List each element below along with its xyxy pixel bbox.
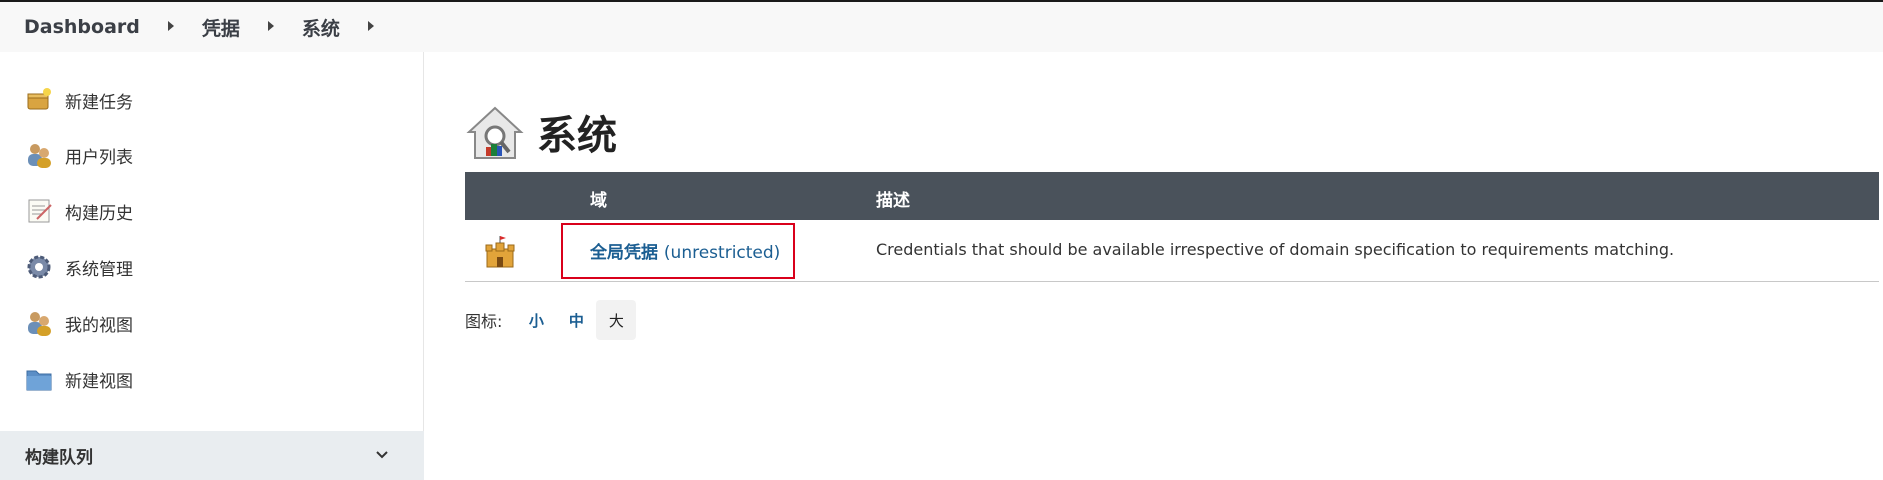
chevron-down-icon[interactable] [374,447,390,463]
gear-icon [24,252,54,282]
breadcrumb-system[interactable]: 系统 [302,14,340,41]
icon-size-medium-button[interactable]: 中 [556,300,596,340]
sidebar-item-manage[interactable]: 系统管理 [24,249,133,285]
breadcrumb-chevron-icon[interactable] [167,21,174,31]
breadcrumb-credentials[interactable]: 凭据 [202,14,240,41]
new-item-icon [24,85,54,115]
table-row: 全局凭据 (unrestricted) Credentials that sho… [465,220,1879,282]
breadcrumb-dashboard[interactable]: Dashboard [24,16,140,38]
global-credentials-link[interactable]: 全局凭据 (unrestricted) [590,238,780,263]
domain-scope: (unrestricted) [663,243,781,263]
castle-icon [483,235,517,269]
sidebar-item-my-views[interactable]: 我的视图 [24,305,133,341]
page-header: 系统 [465,102,617,162]
sidebar: 新建任务 用户列表 构建历史 系统管理 我的视图 新建视图 [0,52,424,480]
domain-name: 全局凭据 [590,243,658,263]
column-header-domain[interactable]: 域 [590,186,607,211]
domains-table: 域 描述 全局凭据 (unrestricted) Credentials tha… [465,172,1879,282]
users-icon [24,140,54,170]
main-content: 系统 域 描述 全局凭据 (unrestricted) Credentials … [465,52,1883,480]
folder-icon [24,364,54,394]
icon-size-large-button[interactable]: 大 [596,300,637,340]
build-queue-label: 构建队列 [25,448,93,468]
icon-size-selector: 图标: 小 中 大 [465,300,637,340]
breadcrumb-chevron-icon[interactable] [267,21,274,31]
sidebar-item-label: 用户列表 [65,147,133,168]
sidebar-item-label: 我的视图 [65,315,133,336]
icon-size-small-button[interactable]: 小 [516,300,556,340]
sidebar-item-label: 构建历史 [65,203,133,224]
sidebar-item-new-item[interactable]: 新建任务 [24,82,133,118]
sidebar-item-label: 新建任务 [65,92,133,113]
sidebar-item-users[interactable]: 用户列表 [24,137,133,173]
breadcrumb: Dashboard 凭据 系统 [0,0,1883,52]
users-icon [24,308,54,338]
build-queue-header[interactable]: 构建队列 [0,431,424,480]
page-title: 系统 [537,113,617,159]
notepad-icon [24,196,54,226]
table-header: 域 描述 [465,172,1879,220]
domain-description: Credentials that should be available irr… [876,240,1675,259]
column-header-description[interactable]: 描述 [876,186,910,211]
icon-size-label: 图标: [465,312,503,331]
credentials-store-icon [465,102,525,162]
sidebar-item-build-history[interactable]: 构建历史 [24,193,133,229]
sidebar-item-new-view[interactable]: 新建视图 [24,361,133,397]
sidebar-item-label: 新建视图 [65,371,133,392]
sidebar-item-label: 系统管理 [65,259,133,280]
breadcrumb-chevron-icon[interactable] [367,21,374,31]
